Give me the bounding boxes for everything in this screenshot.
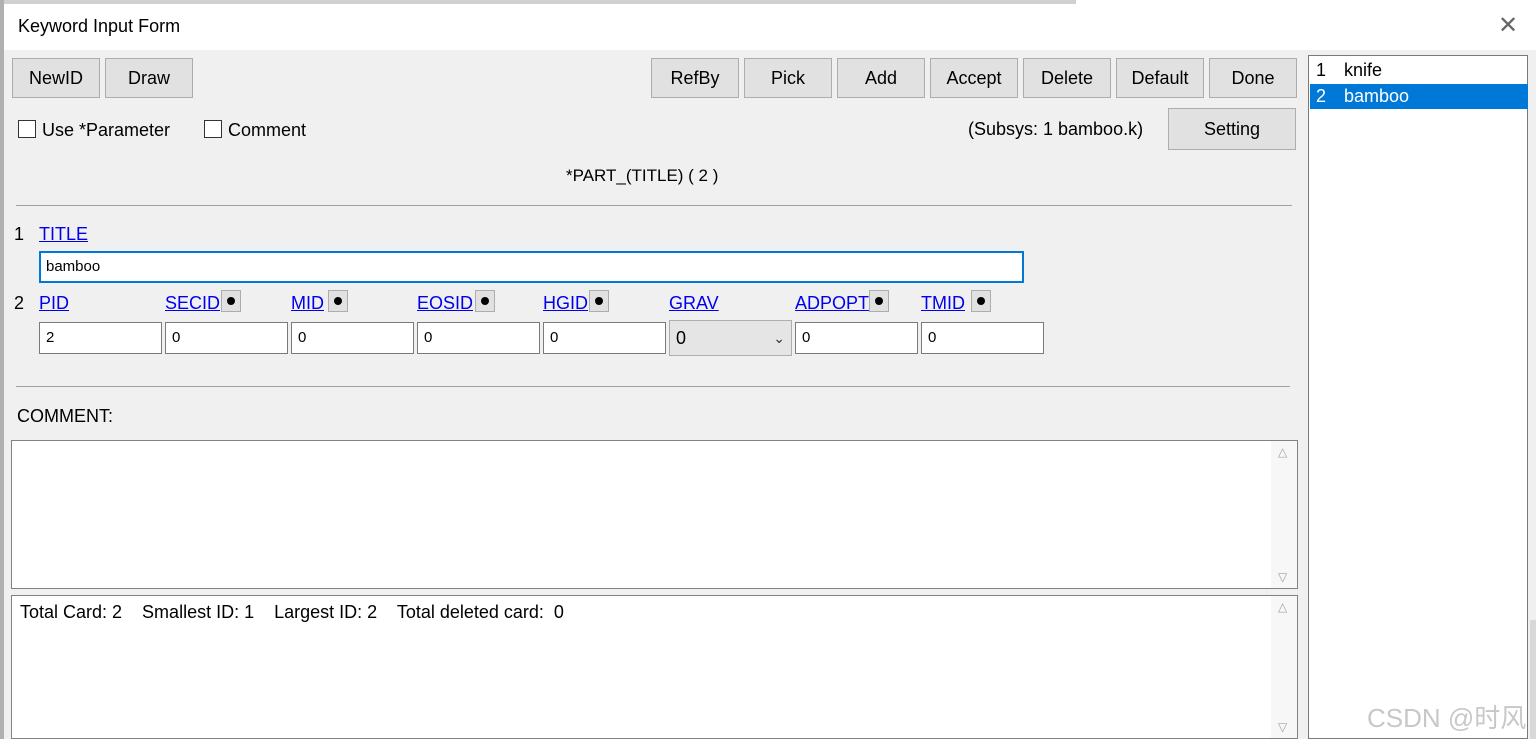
keyword-heading: *PART_(TITLE) ( 2 ) <box>566 166 719 185</box>
list-item-name: bamboo <box>1344 86 1410 106</box>
watermark: CSDN @时风 <box>1367 703 1527 733</box>
scroll-down-icon[interactable]: ▽ <box>1278 720 1287 734</box>
scroll-up-icon[interactable]: △ <box>1278 445 1287 459</box>
comment-checkbox[interactable]: Comment <box>204 120 324 140</box>
setting-button[interactable]: Setting <box>1168 108 1296 150</box>
subsys-label: (Subsys: 1 bamboo.k) <box>968 119 1144 139</box>
id-list-panel: 1 knife 2 bamboo CSDN @时风 <box>1304 50 1536 739</box>
title-bar: Keyword Input Form ✕ <box>4 4 1536 50</box>
status-textarea[interactable]: Total Card: 2 Smallest ID: 1 Largest ID:… <box>11 595 1298 739</box>
scroll-down-icon[interactable]: ▽ <box>1278 570 1287 584</box>
pid-input[interactable]: 2 <box>39 322 162 354</box>
divider <box>16 386 1290 387</box>
list-scrollbar[interactable] <box>1530 620 1536 739</box>
comment-checkbox-label: Comment <box>228 120 307 140</box>
divider <box>16 205 1292 206</box>
title-field-link[interactable]: TITLE <box>39 224 88 245</box>
secid-input[interactable]: 0 <box>165 322 288 354</box>
comment-label: COMMENT: <box>17 406 113 426</box>
mid-pick-button[interactable] <box>328 290 348 312</box>
adpopt-pick-button[interactable] <box>869 290 889 312</box>
eosid-pick-button[interactable] <box>475 290 495 312</box>
draw-button[interactable]: Draw <box>105 58 193 98</box>
pick-button[interactable]: Pick <box>744 58 832 98</box>
card-row-number: 1 <box>14 224 25 244</box>
dot-icon <box>334 297 342 305</box>
list-item[interactable]: 1 knife <box>1310 58 1528 83</box>
adpopt-input[interactable]: 0 <box>795 322 918 354</box>
mid-input[interactable]: 0 <box>291 322 414 354</box>
pid-field-link[interactable]: PID <box>39 293 69 314</box>
hgid-field-link[interactable]: HGID <box>543 293 588 314</box>
chevron-down-icon: ⌄ <box>773 330 785 346</box>
comment-textarea[interactable]: △ ▽ <box>11 440 1298 589</box>
checkbox-box[interactable] <box>18 120 36 138</box>
dot-icon <box>875 297 883 305</box>
secid-pick-button[interactable] <box>221 290 241 312</box>
checkbox-box[interactable] <box>204 120 222 138</box>
grav-dropdown[interactable]: 0 ⌄ <box>669 320 792 356</box>
default-button[interactable]: Default <box>1116 58 1204 98</box>
hgid-input[interactable]: 0 <box>543 322 666 354</box>
card-row-number: 2 <box>14 293 25 313</box>
grav-selected-value: 0 <box>676 328 687 348</box>
accept-button[interactable]: Accept <box>930 58 1018 98</box>
dot-icon <box>977 297 985 305</box>
form-panel: NewID Draw RefBy Pick Add Accept Delete … <box>4 50 1304 739</box>
use-parameter-label: Use *Parameter <box>42 120 171 140</box>
tmid-input[interactable]: 0 <box>921 322 1044 354</box>
dot-icon <box>595 297 603 305</box>
eosid-input[interactable]: 0 <box>417 322 540 354</box>
tmid-field-link[interactable]: TMID <box>921 293 965 314</box>
secid-field-link[interactable]: SECID <box>165 293 220 314</box>
adpopt-field-link[interactable]: ADPOPT <box>795 293 869 314</box>
status-text: Total Card: 2 Smallest ID: 1 Largest ID:… <box>20 602 564 622</box>
list-item-number: 1 <box>1316 60 1327 80</box>
grav-field-link[interactable]: GRAV <box>669 293 719 314</box>
dot-icon <box>481 297 489 305</box>
tmid-pick-button[interactable] <box>971 290 991 312</box>
add-button[interactable]: Add <box>837 58 925 98</box>
mid-field-link[interactable]: MID <box>291 293 324 314</box>
eosid-field-link[interactable]: EOSID <box>417 293 473 314</box>
list-item[interactable]: 2 bamboo <box>1310 84 1528 109</box>
refby-button[interactable]: RefBy <box>651 58 739 98</box>
scroll-up-icon[interactable]: △ <box>1278 600 1287 614</box>
newid-button[interactable]: NewID <box>12 58 100 98</box>
close-icon[interactable]: ✕ <box>1498 12 1518 40</box>
done-button[interactable]: Done <box>1209 58 1297 98</box>
delete-button[interactable]: Delete <box>1023 58 1111 98</box>
status-scrollbar[interactable]: △ ▽ <box>1271 596 1297 738</box>
title-input[interactable]: bamboo <box>39 251 1024 283</box>
hgid-pick-button[interactable] <box>589 290 609 312</box>
list-item-number: 2 <box>1316 86 1327 106</box>
comment-scrollbar[interactable]: △ ▽ <box>1271 441 1297 588</box>
use-parameter-checkbox[interactable]: Use *Parameter <box>18 120 188 140</box>
list-item-name: knife <box>1344 60 1383 80</box>
id-listbox[interactable]: 1 knife 2 bamboo CSDN @时风 <box>1308 55 1528 739</box>
dot-icon <box>227 297 235 305</box>
window-title: Keyword Input Form <box>18 16 181 36</box>
